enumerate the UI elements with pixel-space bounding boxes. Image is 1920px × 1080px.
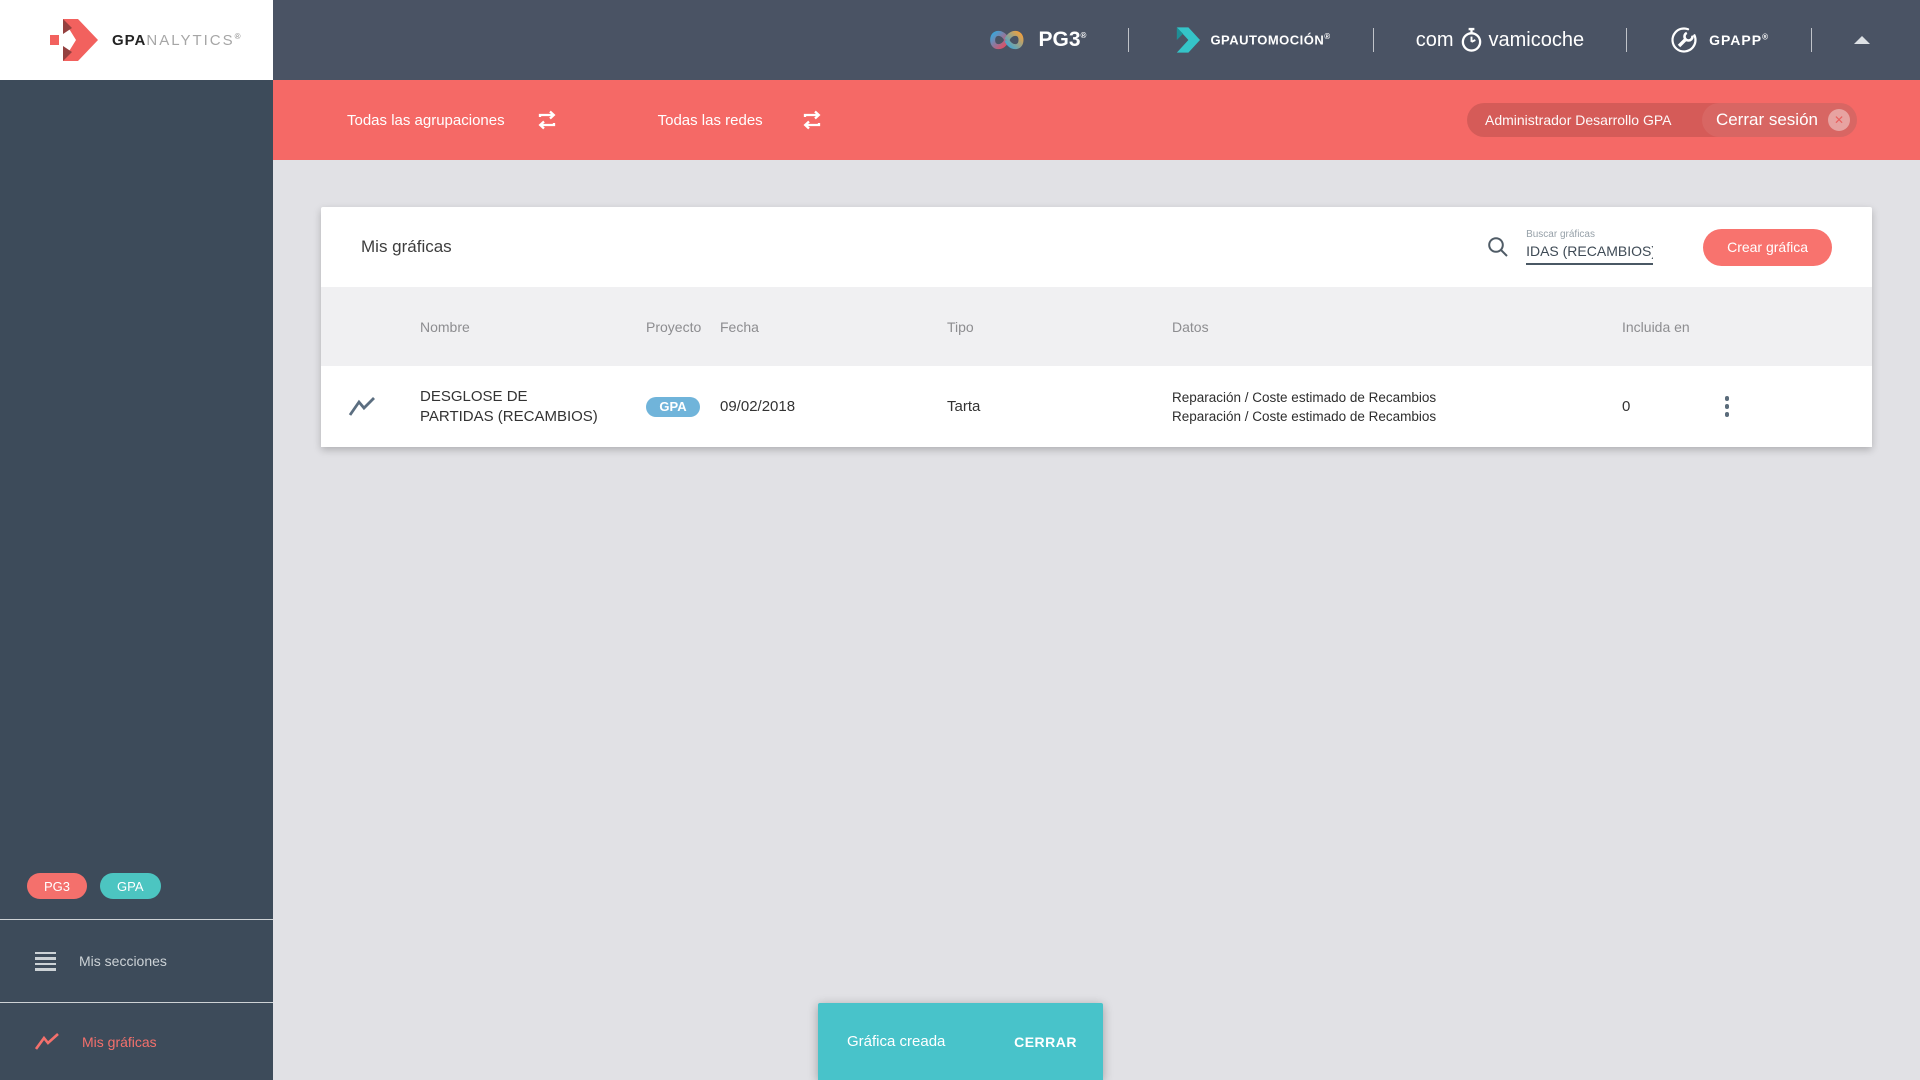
- snackbar: Gráfica creada CERRAR: [818, 1003, 1103, 1080]
- current-user-label: Administrador Desarrollo GPA: [1485, 112, 1672, 128]
- mis-graficas-card: Mis gráficas Buscar gráficas IDAS (RECAM…: [321, 207, 1872, 447]
- col-header-proyecto: Proyecto: [646, 318, 702, 335]
- swap-redes-icon[interactable]: [800, 109, 824, 131]
- gpapp-logo: GPAPP®: [1669, 25, 1769, 55]
- snackbar-close-button[interactable]: CERRAR: [1014, 1034, 1077, 1050]
- stopwatch-icon: [1460, 27, 1483, 53]
- search-input[interactable]: IDAS (RECAMBIOS): [1526, 243, 1654, 265]
- gpanalytics-logo: GPANALYTICS®: [0, 0, 273, 80]
- gpautomocion-arrow-icon: [1171, 27, 1201, 53]
- collapse-caret-icon[interactable]: [1854, 36, 1870, 44]
- col-header-datos: Datos: [1172, 318, 1209, 335]
- gpanalytics-wordmark: GPANALYTICS®: [112, 31, 242, 49]
- chart-type-icon: [321, 396, 420, 418]
- gpanalytics-arrow-icon: [50, 19, 100, 61]
- table-row[interactable]: DESGLOSE DE PARTIDAS (RECAMBIOS) GPA 09/…: [321, 366, 1872, 447]
- sidebar-item-mis-graficas[interactable]: Mis gráficas: [0, 1003, 273, 1080]
- agrupaciones-filter[interactable]: Todas las agrupaciones: [347, 112, 505, 129]
- row-menu-kebab-icon[interactable]: [1715, 396, 1739, 417]
- table-header-row: Nombre Proyecto Fecha Tipo Datos Incluid…: [321, 287, 1872, 366]
- pg3-infinity-icon: [987, 27, 1029, 53]
- search-field-label: Buscar gráficas: [1526, 229, 1595, 240]
- col-header-incluida-en: Incluida en: [1622, 318, 1690, 335]
- page-title: Mis gráficas: [361, 237, 452, 256]
- date-cell: 09/02/2018: [720, 398, 796, 415]
- col-header-fecha: Fecha: [720, 318, 759, 335]
- create-chart-button[interactable]: Crear gráfica: [1703, 228, 1832, 266]
- redes-filter[interactable]: Todas las redes: [658, 112, 763, 129]
- gpa-badge: GPA: [100, 873, 161, 899]
- gpautomocion-logo: GPAUTOMOCIÓN®: [1171, 27, 1330, 53]
- sections-list-icon: [35, 951, 56, 971]
- card-header: Mis gráficas Buscar gráficas IDAS (RECAM…: [321, 207, 1872, 287]
- divider: [1372, 28, 1374, 52]
- logout-close-icon[interactable]: ✕: [1828, 109, 1850, 131]
- divider: [1128, 28, 1130, 52]
- pg3-logo: PG3®: [987, 27, 1086, 53]
- top-bar: GPANALYTICS® PG3® GPAUTOMOCIÓN® com vami…: [0, 0, 1920, 80]
- session-pill: Administrador Desarrollo GPA Cerrar sesi…: [1467, 103, 1857, 137]
- col-header-tipo: Tipo: [947, 318, 974, 335]
- logout-button[interactable]: Cerrar sesión ✕: [1701, 103, 1857, 137]
- pg3-badge: PG3: [27, 873, 88, 899]
- data-cell: Reparación / Coste estimado de Recambios…: [1172, 389, 1437, 424]
- divider: [1811, 28, 1812, 52]
- sidebar-badges: PG3 GPA: [27, 873, 161, 899]
- sidebar-item-mis-secciones[interactable]: Mis secciones: [0, 920, 273, 1002]
- filter-bar: Todas las agrupaciones Todas las redes A…: [273, 80, 1920, 160]
- project-badge: GPA: [646, 396, 700, 417]
- snackbar-message: Gráfica creada: [847, 1033, 946, 1050]
- gpapp-wrench-icon: [1669, 25, 1699, 55]
- search-field[interactable]: Buscar gráficas IDAS (RECAMBIOS): [1526, 229, 1654, 265]
- swap-agrupaciones-icon[interactable]: [535, 109, 559, 131]
- chart-name: DESGLOSE DE PARTIDAS (RECAMBIOS): [420, 387, 598, 425]
- col-header-nombre: Nombre: [420, 318, 470, 335]
- compravamicoche-logo: com vamicoche: [1416, 27, 1584, 53]
- sidebar: PG3 GPA Mis secciones Mis gráficas: [0, 80, 273, 1080]
- project-cell: GPA: [646, 396, 720, 417]
- included-in-cell: 0: [1622, 398, 1631, 415]
- search-icon[interactable]: [1486, 235, 1510, 259]
- topbar-brand-strip: PG3® GPAUTOMOCIÓN® com vamicoche GPAPP®: [987, 0, 1920, 80]
- line-chart-icon: [35, 1032, 59, 1051]
- divider: [1626, 28, 1628, 52]
- type-cell: Tarta: [947, 398, 981, 415]
